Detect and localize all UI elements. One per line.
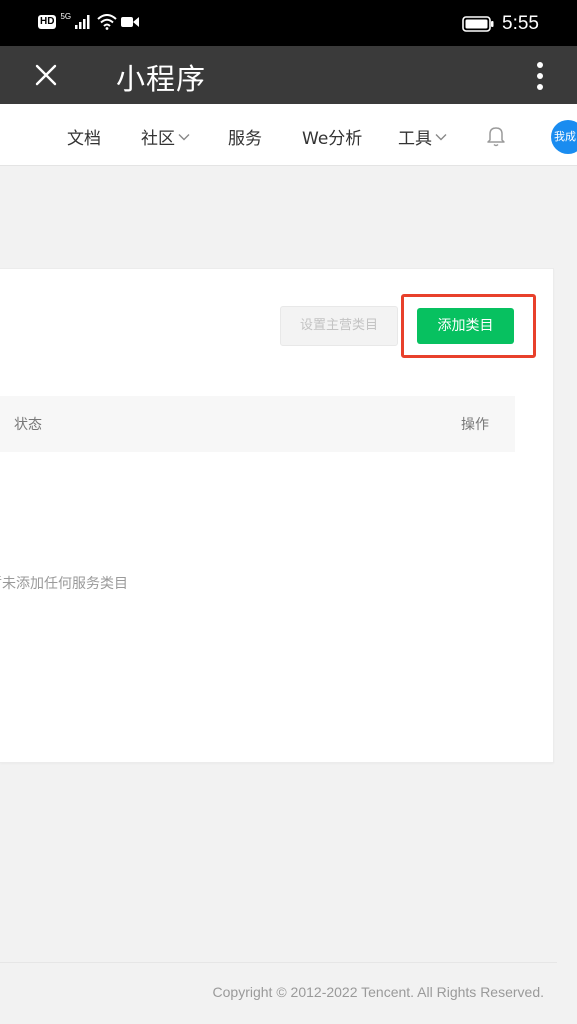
nav-item-community[interactable]: 社区 (141, 124, 190, 149)
battery-icon (462, 16, 494, 32)
set-main-category-button[interactable]: 设置主营类目 (280, 306, 398, 346)
nav-item-label: 工具 (398, 129, 432, 149)
add-category-button[interactable]: 添加类目 (417, 308, 514, 344)
nav-item-label: We分析 (302, 129, 363, 149)
column-header-status: 状态 (14, 417, 42, 433)
hd-icon: HD (38, 15, 57, 29)
close-icon[interactable] (32, 61, 60, 89)
column-header-action: 操作 (461, 417, 489, 433)
chevron-down-icon (435, 133, 447, 140)
bell-icon[interactable] (486, 125, 506, 147)
table-header: 状态 操作 (0, 396, 515, 452)
signal-icon (75, 15, 90, 29)
top-nav: 文档 社区 服务 We分析 工具 (0, 104, 577, 166)
nav-item-we-analytics[interactable]: We分析 (302, 124, 362, 149)
nav-item-docs[interactable]: 文档 (67, 124, 101, 149)
status-bar: HD 5G 5:55 (0, 0, 577, 46)
network-type-label: 5G (60, 11, 72, 21)
chevron-down-icon (178, 133, 190, 140)
nav-item-tools[interactable]: 工具 (398, 124, 447, 149)
more-vertical-icon[interactable] (528, 60, 552, 92)
page-title: 小程序 (116, 62, 207, 96)
video-icon (121, 17, 140, 27)
footer-divider (0, 962, 557, 963)
empty-state-message: 暂未添加任何服务类目 (0, 576, 128, 592)
clock: 5:55 (502, 13, 539, 34)
nav-item-services[interactable]: 服务 (228, 124, 262, 149)
nav-item-label: 服务 (228, 129, 262, 149)
wifi-icon (97, 14, 117, 30)
nav-item-label: 文档 (67, 129, 101, 149)
status-right: 5:55 (462, 13, 539, 35)
copyright-text: Copyright © 2012-2022 Tencent. All Right… (212, 984, 544, 1000)
nav-item-label: 社区 (141, 129, 175, 149)
avatar[interactable]: 我成 (551, 120, 577, 154)
title-bar: 小程序 (0, 46, 577, 104)
status-indicators: HD 5G (38, 11, 140, 30)
